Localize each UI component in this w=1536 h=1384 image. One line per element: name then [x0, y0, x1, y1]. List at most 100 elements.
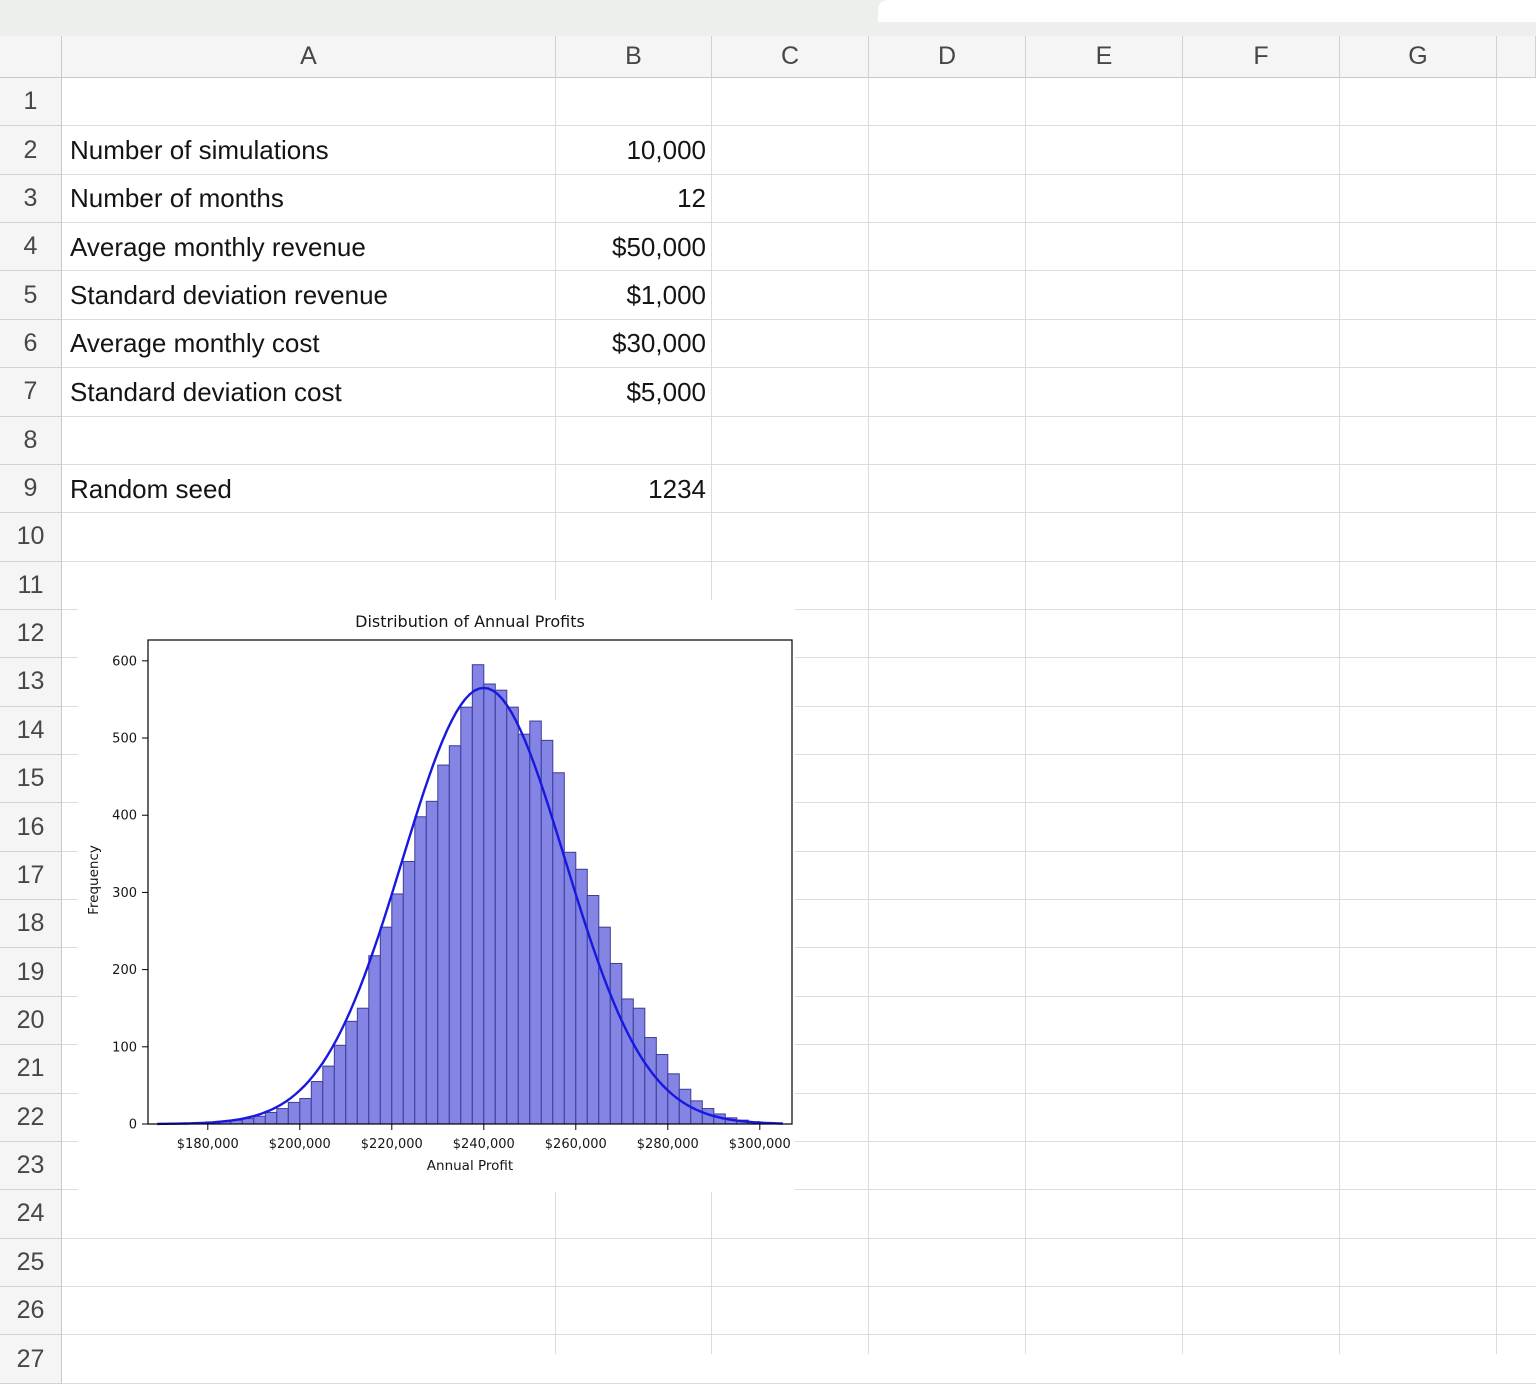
embedded-chart[interactable]: Distribution of Annual Profits Frequency…: [78, 600, 795, 1192]
histogram-bar: [391, 893, 404, 1125]
histogram-bar: [517, 733, 531, 1125]
cell-A5[interactable]: Standard deviation revenue: [62, 271, 556, 319]
histogram-bar: [414, 816, 427, 1125]
row-header-4[interactable]: 4: [0, 223, 62, 272]
row-header-21[interactable]: 21: [0, 1045, 62, 1094]
row-header-7[interactable]: 7: [0, 368, 62, 417]
histogram-bar: [494, 689, 508, 1125]
histogram-bar: [540, 739, 554, 1125]
row-header-10[interactable]: 10: [0, 513, 62, 562]
cell-A7[interactable]: Standard deviation cost: [62, 368, 556, 416]
row-header-3[interactable]: 3: [0, 174, 62, 224]
row-header-24[interactable]: 24: [0, 1190, 62, 1239]
column-header-D[interactable]: D: [869, 36, 1026, 78]
row-header-14[interactable]: 14: [0, 706, 62, 756]
row-header-15[interactable]: 15: [0, 755, 62, 804]
histogram-bar: [310, 1081, 324, 1125]
histogram-bar: [483, 683, 496, 1125]
x-tick-label: $200,000: [269, 1137, 331, 1152]
cell-B2[interactable]: 10,000: [556, 126, 712, 174]
gridline-horizontal: [62, 1237, 1536, 1239]
histogram-bar: [345, 1020, 358, 1125]
histogram-bar: [644, 1037, 657, 1125]
histogram-bar: [402, 861, 416, 1125]
x-tick-label: $180,000: [177, 1137, 239, 1152]
histogram-bar: [609, 962, 623, 1125]
histogram-bar: [448, 745, 462, 1125]
gridline-vertical: [1339, 78, 1340, 1354]
row-header-22[interactable]: 22: [0, 1093, 62, 1142]
column-header-B[interactable]: B: [556, 36, 712, 78]
top-white-panel: [878, 0, 1536, 22]
row-header-13[interactable]: 13: [0, 658, 62, 707]
column-header-C[interactable]: C: [712, 36, 869, 78]
cell-A2[interactable]: Number of simulations: [62, 126, 556, 174]
row-header-6[interactable]: 6: [0, 319, 62, 369]
histogram-bar: [586, 895, 600, 1125]
row-header-17[interactable]: 17: [0, 851, 62, 901]
y-tick-label: 600: [112, 654, 137, 669]
histogram-bar: [276, 1108, 289, 1125]
row-header-16[interactable]: 16: [0, 803, 62, 852]
cell-B4[interactable]: $50,000: [556, 223, 712, 271]
cell-A3[interactable]: Number of months: [62, 175, 556, 223]
histogram-bar: [575, 868, 588, 1125]
gridline-horizontal: [62, 560, 1536, 562]
x-tick-label: $220,000: [361, 1137, 423, 1152]
cell-A9[interactable]: Random seed: [62, 465, 556, 513]
histogram-bar: [264, 1111, 278, 1125]
y-tick-label: 200: [112, 963, 137, 978]
cell-B6[interactable]: $30,000: [556, 320, 712, 368]
row-header-2[interactable]: 2: [0, 126, 62, 175]
histogram-bar: [322, 1065, 335, 1125]
histogram-bar: [425, 800, 439, 1125]
cell-A6[interactable]: Average monthly cost: [62, 320, 556, 368]
row-header-8[interactable]: 8: [0, 416, 62, 465]
cell-B5[interactable]: $1,000: [556, 271, 712, 319]
histogram-bar: [379, 926, 393, 1125]
x-tick-label: $260,000: [545, 1137, 607, 1152]
row-header-9[interactable]: 9: [0, 464, 62, 514]
row-header-1[interactable]: 1: [0, 78, 62, 127]
y-tick-label: 500: [112, 732, 137, 747]
cell-B9[interactable]: 1234: [556, 465, 712, 513]
histogram-bar: [356, 1007, 370, 1125]
x-tick-label: $280,000: [637, 1137, 699, 1152]
cell-A4[interactable]: Average monthly revenue: [62, 223, 556, 271]
row-header-26[interactable]: 26: [0, 1287, 62, 1336]
row-header-25[interactable]: 25: [0, 1238, 62, 1287]
column-header-partial[interactable]: [1497, 36, 1536, 78]
row-header-12[interactable]: 12: [0, 609, 62, 659]
histogram-bar: [598, 926, 611, 1125]
row-header-19[interactable]: 19: [0, 948, 62, 997]
row-header-11[interactable]: 11: [0, 561, 62, 610]
cell-B7[interactable]: $5,000: [556, 368, 712, 416]
histogram-bar: [333, 1044, 347, 1125]
column-header-G[interactable]: G: [1340, 36, 1497, 78]
row-header-5[interactable]: 5: [0, 271, 62, 320]
histogram-bar: [471, 664, 485, 1125]
histogram-bar: [506, 706, 519, 1125]
x-tick-label: $300,000: [729, 1137, 791, 1152]
histogram-bar: [460, 706, 473, 1125]
column-header-F[interactable]: F: [1183, 36, 1340, 78]
gridline-horizontal: [62, 1286, 1536, 1287]
x-tick-label: $240,000: [453, 1137, 515, 1152]
row-header-18[interactable]: 18: [0, 900, 62, 949]
select-all-corner[interactable]: [0, 36, 62, 109]
row-header-27[interactable]: 27: [0, 1335, 62, 1384]
cell-B3[interactable]: 12: [556, 175, 712, 223]
histogram-bar: [287, 1101, 301, 1125]
y-tick-label: 300: [112, 886, 137, 901]
y-tick-label: 100: [112, 1040, 137, 1055]
gridline-horizontal: [62, 1334, 1536, 1336]
y-tick-label: 0: [129, 1118, 137, 1133]
histogram-bar: [632, 1007, 646, 1125]
histogram-bar: [368, 955, 381, 1125]
gridline-vertical: [868, 78, 869, 1354]
histogram-bar: [563, 851, 577, 1125]
row-header-23[interactable]: 23: [0, 1141, 62, 1191]
column-header-A[interactable]: A: [62, 36, 556, 78]
column-header-E[interactable]: E: [1026, 36, 1183, 78]
row-header-20[interactable]: 20: [0, 996, 62, 1046]
